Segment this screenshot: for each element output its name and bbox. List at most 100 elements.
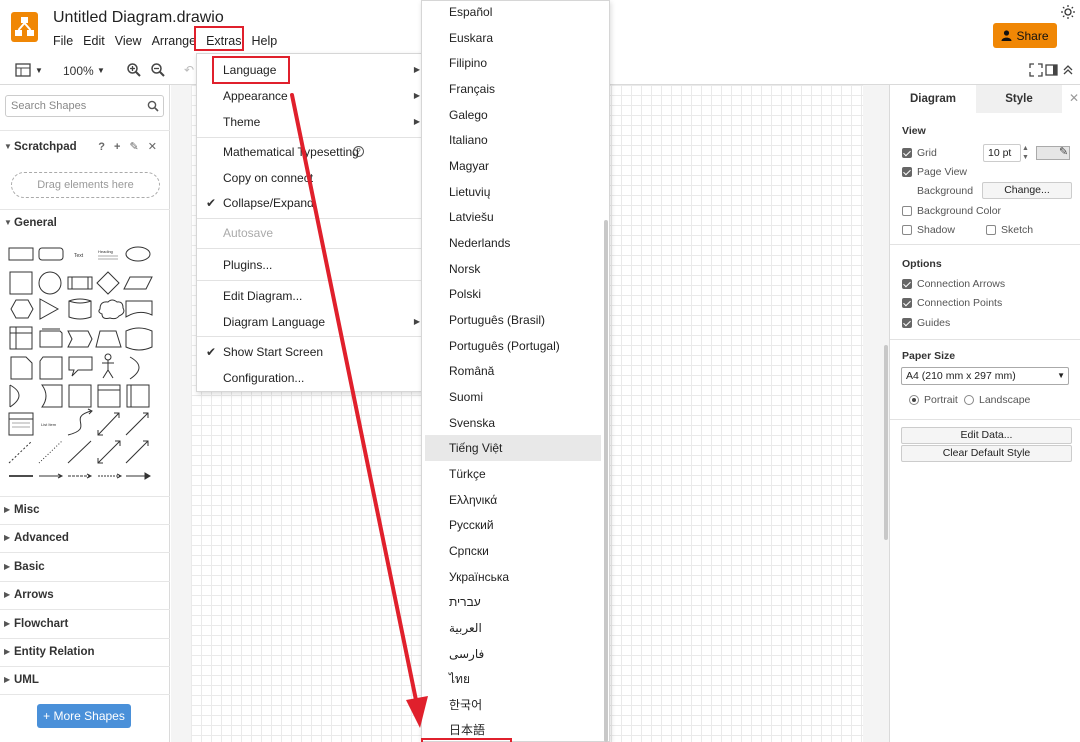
- general-header[interactable]: ▼ General: [0, 211, 170, 235]
- landscape-radio[interactable]: Landscape: [964, 394, 1030, 406]
- menu-item-appearance[interactable]: Appearance ▶: [197, 84, 424, 108]
- connection-points-checkbox[interactable]: Connection Points: [902, 297, 1002, 309]
- format-panel-icon[interactable]: [1044, 62, 1060, 78]
- search-icon[interactable]: [147, 100, 159, 112]
- collapse-up-icon[interactable]: [1060, 62, 1076, 78]
- menu-item-copy-on-connect[interactable]: Copy on connect: [197, 166, 424, 190]
- page-view-checkbox[interactable]: Page View: [902, 166, 967, 178]
- language-option[interactable]: Latviešu: [425, 204, 601, 230]
- drawio-logo-icon[interactable]: [11, 12, 38, 42]
- language-option[interactable]: Українська: [425, 564, 601, 590]
- language-option[interactable]: Suomi: [425, 384, 601, 410]
- language-option[interactable]: Euskara: [425, 25, 601, 51]
- menu-item-plugins[interactable]: Plugins...: [197, 253, 424, 277]
- portrait-radio[interactable]: Portrait: [909, 394, 958, 406]
- fullscreen-icon[interactable]: [1028, 62, 1044, 78]
- language-option[interactable]: Norsk: [425, 256, 601, 282]
- language-option[interactable]: Türkçe: [425, 461, 601, 487]
- language-option[interactable]: العربية: [425, 615, 601, 641]
- checkbox[interactable]: [902, 148, 912, 158]
- sketch-checkbox[interactable]: Sketch: [986, 224, 1033, 236]
- checkbox[interactable]: [902, 318, 912, 328]
- language-option[interactable]: Galego: [425, 102, 601, 128]
- language-option[interactable]: Español: [425, 1, 601, 25]
- more-shapes-button[interactable]: + More Shapes: [37, 704, 131, 728]
- language-option[interactable]: Ελληνικά: [425, 487, 601, 513]
- section-misc[interactable]: ▶ Misc: [0, 498, 170, 522]
- language-option[interactable]: Svenska: [425, 410, 601, 436]
- checkbox[interactable]: [902, 225, 912, 235]
- connection-arrows-checkbox[interactable]: Connection Arrows: [902, 278, 1005, 290]
- tab-style[interactable]: Style: [976, 85, 1062, 113]
- menu-item-mathematical-typesetting[interactable]: Mathematical Typesetting?: [197, 140, 424, 164]
- section-advanced[interactable]: ▶ Advanced: [0, 526, 170, 550]
- menu-item-collapse-expand[interactable]: ✔ Collapse/Expand: [197, 191, 424, 215]
- language-option[interactable]: עברית: [425, 589, 601, 615]
- color-picker-icon[interactable]: ✎: [1059, 145, 1068, 158]
- canvas-scrollbar[interactable]: [884, 345, 888, 540]
- background-color-checkbox[interactable]: Background Color: [902, 205, 1001, 217]
- menu-item-show-start-screen[interactable]: ✔ Show Start Screen: [197, 340, 424, 364]
- language-option[interactable]: Português (Portugal): [425, 333, 601, 359]
- grid-size-input[interactable]: 10 pt: [983, 144, 1021, 162]
- zoom-dropdown-icon[interactable]: ▼: [97, 66, 105, 75]
- edit-data-button[interactable]: Edit Data...: [901, 427, 1072, 444]
- guides-checkbox[interactable]: Guides: [902, 317, 950, 329]
- language-option[interactable]: Português (Brasil): [425, 307, 601, 333]
- share-button[interactable]: Share: [993, 23, 1057, 48]
- radio[interactable]: [909, 395, 919, 405]
- checkbox[interactable]: [902, 298, 912, 308]
- menu-item-diagram-language[interactable]: Diagram Language ▶: [197, 310, 424, 334]
- section-flowchart[interactable]: ▶ Flowchart: [0, 612, 170, 636]
- language-option-highlighted[interactable]: Tiếng Việt: [425, 435, 601, 461]
- menu-arrange[interactable]: Arrange: [152, 34, 196, 48]
- scratchpad-action-icons[interactable]: ? + ✎ ✕: [98, 135, 160, 159]
- radio[interactable]: [964, 395, 974, 405]
- language-option[interactable]: Magyar: [425, 153, 601, 179]
- language-option[interactable]: Français: [425, 76, 601, 102]
- undo-icon[interactable]: ↶: [184, 63, 194, 77]
- language-option[interactable]: Српски: [425, 538, 601, 564]
- chevron-down-icon[interactable]: ▼: [35, 66, 43, 75]
- language-scrollbar[interactable]: [604, 220, 608, 742]
- language-option[interactable]: Italiano: [425, 127, 601, 153]
- clear-default-style-button[interactable]: Clear Default Style: [901, 445, 1072, 462]
- language-option[interactable]: فارسی: [425, 641, 601, 667]
- section-entity-relation[interactable]: ▶ Entity Relation: [0, 640, 170, 664]
- zoom-in-icon[interactable]: [126, 62, 142, 78]
- section-basic[interactable]: ▶ Basic: [0, 555, 170, 579]
- language-option[interactable]: Filipino: [425, 50, 601, 76]
- zoom-out-icon[interactable]: [150, 62, 166, 78]
- document-title[interactable]: Untitled Diagram.drawio: [53, 9, 224, 27]
- grid-checkbox[interactable]: Grid: [902, 147, 937, 159]
- section-arrows[interactable]: ▶ Arrows: [0, 583, 170, 607]
- menu-item-configuration[interactable]: Configuration...: [197, 366, 424, 390]
- section-uml[interactable]: ▶ UML: [0, 668, 170, 692]
- zoom-level[interactable]: 100%: [63, 64, 94, 78]
- menu-item-theme[interactable]: Theme ▶: [197, 110, 424, 134]
- language-option[interactable]: 한국어: [425, 692, 601, 718]
- language-option[interactable]: ไทย: [425, 666, 601, 692]
- language-option[interactable]: Română: [425, 358, 601, 384]
- tab-diagram[interactable]: Diagram: [890, 85, 976, 113]
- theme-toggle-icon[interactable]: [1061, 5, 1075, 19]
- language-option[interactable]: Русский: [425, 512, 601, 538]
- close-icon[interactable]: ✕: [1069, 91, 1079, 105]
- checkbox[interactable]: [902, 206, 912, 216]
- language-option[interactable]: Nederlands: [425, 230, 601, 256]
- menu-file[interactable]: File: [53, 34, 73, 48]
- change-background-button[interactable]: Change...: [982, 182, 1072, 199]
- scratchpad-drop-zone[interactable]: Drag elements here: [11, 172, 160, 198]
- menu-view[interactable]: View: [115, 34, 142, 48]
- language-option[interactable]: Polski: [425, 281, 601, 307]
- checkbox[interactable]: [986, 225, 996, 235]
- shadow-checkbox[interactable]: Shadow: [902, 224, 955, 236]
- general-shapes-palette[interactable]: Text Heading List Item: [6, 243, 156, 485]
- checkbox[interactable]: [902, 279, 912, 289]
- help-icon[interactable]: ?: [353, 146, 364, 157]
- panel-toggle-icon[interactable]: [15, 62, 31, 78]
- checkbox[interactable]: [902, 167, 912, 177]
- search-input[interactable]: Search Shapes: [5, 95, 164, 117]
- menu-help[interactable]: Help: [252, 34, 278, 48]
- scratchpad-header[interactable]: ▼ Scratchpad ? + ✎ ✕: [0, 135, 170, 159]
